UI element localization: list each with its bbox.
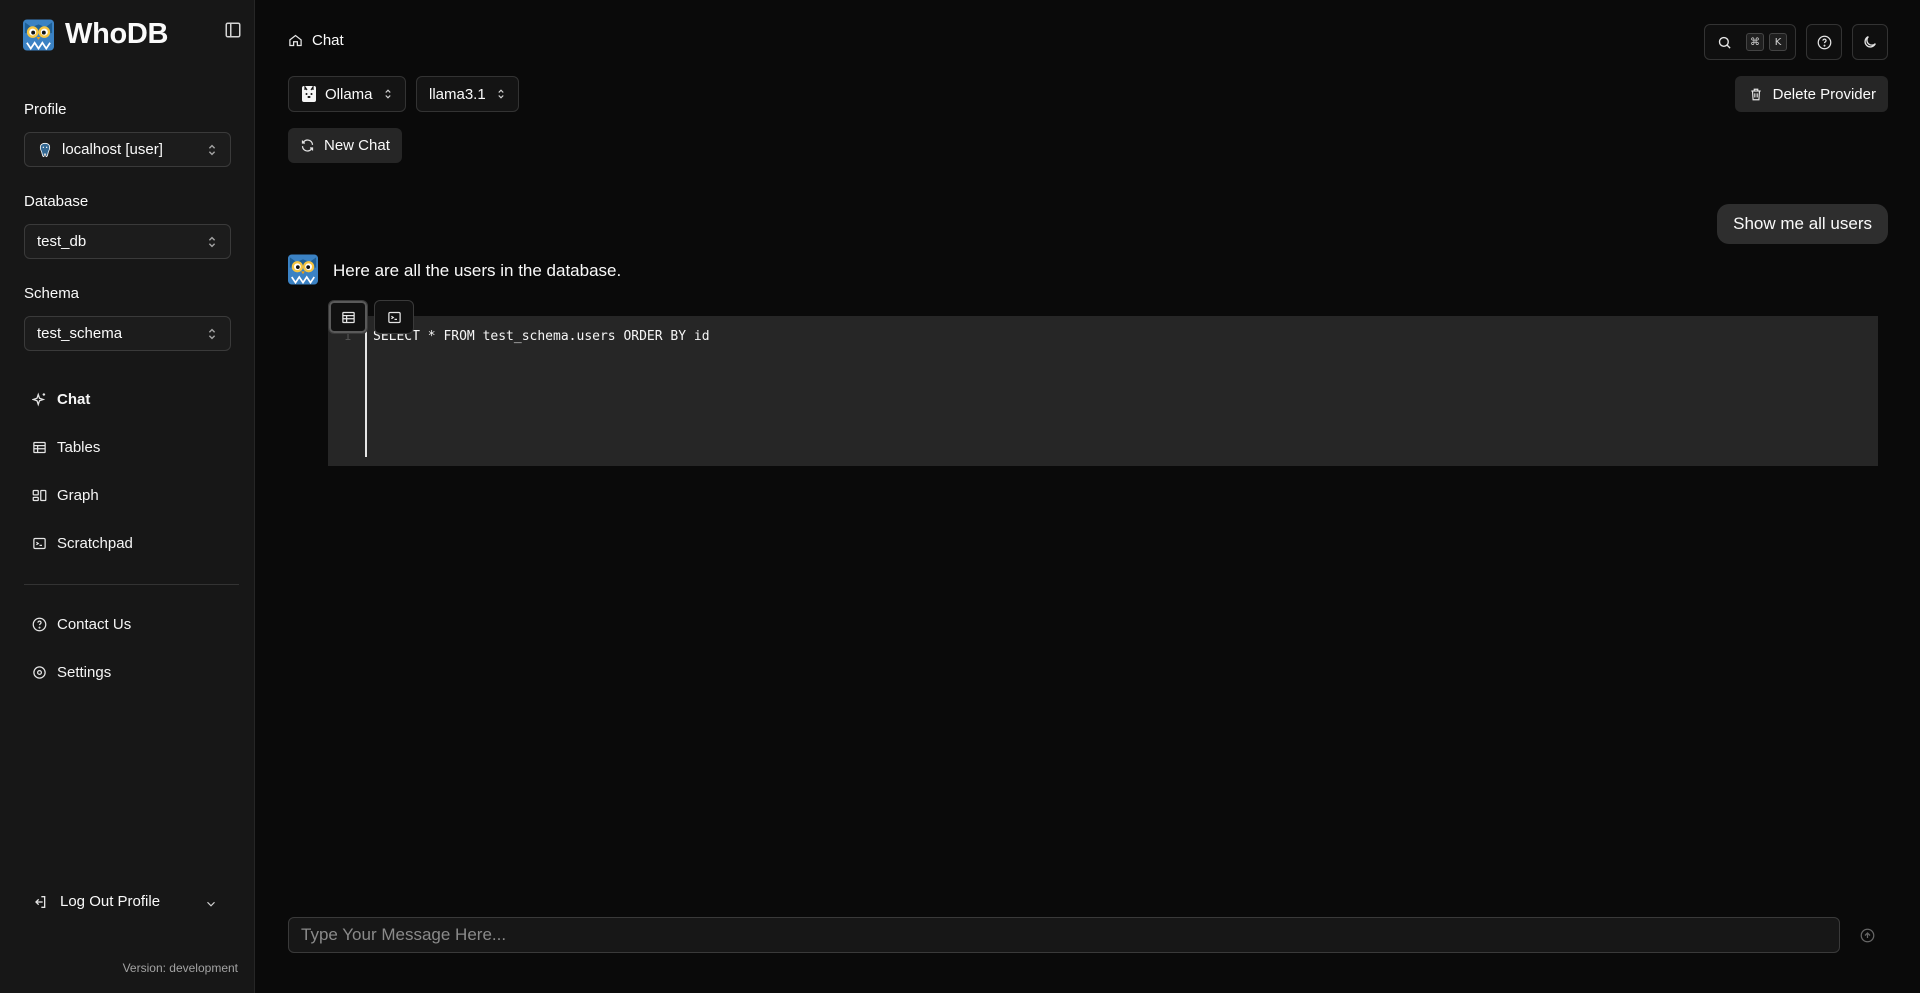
chevrons-up-down-icon (498, 89, 504, 99)
terminal-icon (33, 537, 46, 550)
trash-icon (1750, 88, 1761, 100)
sidebar-item-label: Graph (57, 487, 99, 504)
sidebar-item-scratchpad[interactable]: Scratchpad (32, 535, 133, 552)
help-circle-icon (32, 617, 47, 632)
top-actions: ⌘ K (1704, 24, 1888, 60)
send-icon (1860, 928, 1874, 942)
logout-button[interactable]: Log Out Profile (32, 893, 160, 910)
ollama-icon (302, 85, 316, 102)
help-circle-icon (1817, 35, 1831, 49)
sidebar-item-contact-us[interactable]: Contact Us (32, 616, 131, 633)
bot-message: Here are all the users in the database. (333, 261, 622, 280)
log-out-icon (35, 895, 46, 908)
chevrons-up-down-icon (384, 89, 391, 99)
brand[interactable]: WhoDB (23, 18, 168, 51)
refresh-icon (301, 139, 314, 152)
new-chat-button[interactable]: New Chat (288, 128, 402, 163)
owl-avatar-icon (288, 254, 318, 285)
send-button[interactable] (1848, 917, 1886, 953)
model-select[interactable]: llama3.1 (416, 76, 519, 112)
database-label: Database (24, 193, 89, 210)
sparkles-icon (32, 392, 46, 407)
schema-label: Schema (24, 285, 80, 302)
search-button[interactable]: ⌘ K (1704, 24, 1796, 60)
schema-value: test_schema (37, 325, 123, 342)
graph-icon (32, 489, 47, 502)
provider-value: Ollama (325, 85, 373, 103)
chevrons-up-down-icon (208, 328, 216, 340)
code-view-button[interactable] (374, 300, 414, 334)
breadcrumb-label: Chat (312, 32, 344, 49)
version-text: Version: development (122, 961, 238, 975)
breadcrumb[interactable]: Chat (288, 32, 344, 49)
chevron-down-icon[interactable] (204, 897, 218, 911)
sidebar-item-label: Chat (57, 391, 91, 408)
help-button[interactable] (1806, 24, 1842, 60)
theme-toggle-button[interactable] (1852, 24, 1888, 60)
sidebar-item-label: Contact Us (57, 616, 132, 633)
table-icon (33, 441, 46, 454)
sidebar-item-tables[interactable]: Tables (32, 439, 100, 456)
logout-label: Log Out Profile (60, 893, 161, 910)
sql-code[interactable]: SELECT * FROM test_schema.users ORDER BY… (373, 329, 710, 344)
message-input[interactable] (288, 917, 1840, 953)
owl-logo-icon (23, 19, 54, 50)
app-title: WhoDB (65, 18, 169, 50)
sidebar: WhoDB Profile localhost [user] Database … (0, 0, 255, 993)
delete-provider-button[interactable]: Delete Provider (1734, 76, 1888, 112)
user-message: Show me all users (1717, 204, 1888, 244)
sidebar-item-label: Settings (57, 664, 112, 681)
gear-icon (33, 666, 46, 679)
home-icon (289, 34, 302, 47)
sidebar-item-settings[interactable]: Settings (32, 664, 111, 681)
profile-value: localhost [user] (62, 141, 163, 158)
editor-cursor-line (365, 326, 367, 457)
sidebar-item-label: Scratchpad (57, 535, 133, 552)
chevrons-up-down-icon (208, 236, 216, 248)
search-icon (1718, 36, 1731, 49)
postgres-icon (39, 142, 51, 157)
kbd-cmd: ⌘ (1746, 33, 1764, 51)
model-value: llama3.1 (429, 85, 486, 103)
chevrons-up-down-icon (208, 144, 216, 156)
delete-provider-label: Delete Provider (1772, 85, 1876, 103)
kbd-k: K (1769, 33, 1787, 51)
schema-select[interactable]: test_schema (24, 316, 231, 351)
database-value: test_db (37, 233, 87, 250)
database-select[interactable]: test_db (24, 224, 231, 259)
new-chat-label: New Chat (324, 137, 390, 154)
provider-select[interactable]: Ollama (288, 76, 406, 112)
sidebar-toggle-icon[interactable] (224, 21, 242, 39)
profile-select[interactable]: localhost [user] (24, 132, 231, 167)
sidebar-item-label: Tables (57, 439, 101, 456)
result-view-toggle (328, 300, 414, 334)
sidebar-item-graph[interactable]: Graph (32, 487, 99, 504)
table-icon (341, 311, 355, 323)
table-view-button[interactable] (328, 300, 368, 334)
sidebar-divider (24, 584, 239, 585)
moon-icon (1864, 36, 1876, 48)
sidebar-item-chat[interactable]: Chat (32, 391, 90, 408)
profile-label: Profile (24, 101, 67, 118)
terminal-icon (387, 311, 401, 323)
